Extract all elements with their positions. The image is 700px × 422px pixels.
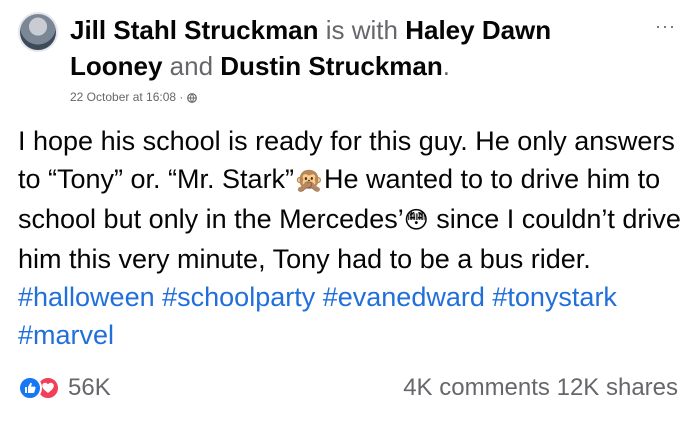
more-options-button[interactable]: ··· bbox=[655, 16, 676, 37]
with-text: is with bbox=[318, 15, 406, 45]
author-name-link[interactable]: Jill Stahl Struckman bbox=[70, 15, 319, 45]
post-author-line: Jill Stahl Struckman is with Haley Dawn … bbox=[70, 12, 630, 84]
engagement-stats: 4K comments 12K shares bbox=[403, 374, 678, 402]
post-meta: 22 October at 16:08 · bbox=[70, 90, 198, 104]
tagged-user-link-2[interactable]: Dustin Struckman bbox=[220, 51, 443, 81]
flushed-face-emoji: 😳 bbox=[403, 207, 429, 234]
avatar[interactable] bbox=[18, 12, 58, 52]
hashtag-halloween[interactable]: #halloween bbox=[18, 282, 155, 312]
globe-icon bbox=[187, 92, 198, 103]
reaction-count: 56K bbox=[68, 374, 111, 401]
and-text: and bbox=[162, 51, 221, 81]
hashtag-schoolparty[interactable]: #schoolparty bbox=[162, 282, 315, 312]
post-timestamp[interactable]: 22 October at 16:08 · bbox=[70, 90, 183, 104]
like-icon bbox=[18, 376, 42, 400]
hashtag-tonystark[interactable]: #tonystark bbox=[492, 282, 617, 312]
post-footer: 56K 4K comments 12K shares bbox=[18, 372, 678, 404]
post-text: I hope his school is ready for this guy.… bbox=[18, 122, 684, 354]
comments-count-link[interactable]: 4K comments bbox=[403, 374, 550, 401]
end-period: . bbox=[442, 51, 451, 81]
reactions-summary[interactable]: 56K bbox=[18, 374, 111, 402]
hashtag-evanedward[interactable]: #evanedward bbox=[323, 282, 485, 312]
hashtag-marvel[interactable]: #marvel bbox=[18, 320, 114, 350]
shares-count-link[interactable]: 12K shares bbox=[557, 374, 678, 401]
see-no-evil-monkey-emoji: 🙊 bbox=[294, 167, 324, 194]
